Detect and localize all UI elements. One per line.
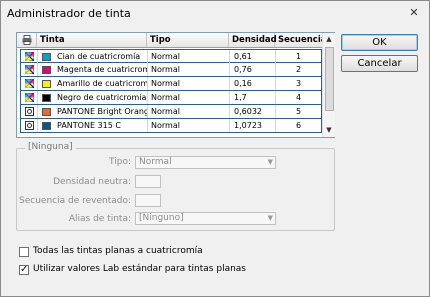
print-toggle-cell[interactable] (21, 50, 38, 63)
ink-name-cell: Amarillo de cuatricromía (38, 77, 148, 90)
group-legend: [Ninguna] (25, 142, 76, 152)
ink-type-cell: Normal (148, 105, 230, 118)
print-toggle-cell[interactable] (21, 63, 38, 76)
ink-swatch (42, 94, 51, 102)
print-toggle-cell[interactable] (21, 77, 38, 90)
ink-swatch (42, 66, 51, 74)
ink-density-cell: 1,0723 (230, 119, 276, 132)
ink-name: Cian de cuatricromía (57, 52, 141, 61)
process-ink-icon (25, 79, 34, 88)
printer-icon (22, 35, 32, 45)
ink-manager-dialog: Administrador de tinta ✕ Tinta Tipo Dens… (0, 0, 430, 297)
ink-density-cell: 0,6032 (230, 105, 276, 118)
ink-name-cell: PANTONE 315 C (38, 119, 148, 132)
table-row[interactable]: PANTONE Bright Orange CNormal0,6032 5 (20, 105, 322, 119)
ink-swatch (42, 108, 51, 116)
dialog-title: Administrador de tinta (7, 7, 131, 20)
type-select-value: Normal (139, 157, 172, 167)
ink-type-cell: Normal (148, 50, 230, 63)
ink-name: PANTONE Bright Orange C (57, 107, 147, 116)
ink-name-cell: Cian de cuatricromía (38, 50, 148, 63)
trap-sequence-label: Secuencia de reventado: (19, 196, 131, 206)
ink-name-cell: PANTONE Bright Orange C (38, 105, 148, 118)
ink-alias-label: Alias de tinta: (68, 214, 131, 224)
ink-swatch (42, 122, 51, 130)
lab-values-label: Utilizar valores Lab estándar para tinta… (33, 264, 246, 274)
ink-type-cell: Normal (148, 91, 230, 104)
neutral-density-field[interactable] (135, 175, 161, 188)
table-row[interactable]: PANTONE 315 C Normal 1,0723 6 (20, 119, 322, 133)
column-density[interactable]: Densidad (229, 33, 277, 47)
table-scrollbar[interactable]: ▲ ▼ (322, 33, 335, 137)
ink-swatch (42, 80, 51, 88)
table-row[interactable]: Negro de cuatricromía Normal 1,7 4 (20, 91, 322, 105)
ink-name: Magenta de cuatricromía (57, 65, 148, 74)
trap-sequence-field[interactable] (135, 194, 161, 207)
lab-values-checkbox[interactable]: ✓ (19, 264, 29, 275)
ink-rows: Cian de cuatricromía Normal 0,61 1 Magenta d… (20, 49, 322, 136)
ink-density-cell: 0,61 (230, 50, 276, 63)
ink-swatch (42, 53, 51, 61)
ink-name: PANTONE 315 C (57, 121, 121, 130)
neutral-density-label: Densidad neutra: (53, 177, 131, 187)
all-spots-to-process-checkbox[interactable] (19, 247, 29, 257)
checkmark-icon: ✓ (20, 264, 29, 275)
ink-sequence-cell: 3 (295, 79, 302, 88)
spot-ink-icon (25, 121, 34, 130)
ink-name-cell: Magenta de cuatricromía (38, 63, 148, 76)
print-toggle-cell[interactable] (21, 119, 38, 132)
table-row[interactable]: Magenta de cuatricromía Normal 0,76 2 (20, 63, 322, 77)
scroll-up-icon[interactable]: ▲ (325, 35, 333, 43)
ink-name: Amarillo de cuatricromía (57, 79, 148, 88)
ink-sequence-cell: 2 (295, 65, 302, 74)
scroll-thumb[interactable] (325, 47, 334, 111)
process-ink-icon (25, 65, 34, 74)
ink-type-cell: Normal (148, 119, 230, 132)
ok-button[interactable]: OK (341, 34, 418, 51)
ink-density-cell: 0,16 (230, 77, 276, 90)
print-column-header[interactable] (17, 33, 37, 47)
close-icon[interactable]: ✕ (408, 7, 420, 19)
ink-alias-value: [Ninguno] (139, 213, 184, 223)
ink-sequence-cell: 1 (295, 52, 302, 61)
ink-sequence-cell: 6 (295, 121, 302, 130)
all-spots-to-process-label: Todas las tintas planas a cuatricromía (33, 246, 203, 256)
ink-table: Tinta Tipo Densidad Secuencia Cian de cu… (16, 32, 335, 138)
table-row[interactable]: Amarillo de cuatricromía Normal 0,16 3 (20, 77, 322, 91)
scroll-down-icon[interactable]: ▼ (325, 126, 333, 134)
ink-type-cell: Normal (148, 63, 230, 76)
ink-type-cell: Normal (148, 77, 230, 90)
ink-density-cell: 0,76 (230, 63, 276, 76)
column-sequence[interactable]: Secuencia (275, 33, 326, 47)
print-toggle-cell[interactable] (21, 91, 38, 104)
print-toggle-cell[interactable] (21, 105, 38, 118)
chevron-down-icon: ▼ (267, 158, 273, 166)
ink-alias-select[interactable]: [Ninguno] ▼ (135, 212, 276, 225)
process-ink-icon (25, 52, 34, 61)
table-row[interactable]: Cian de cuatricromía Normal 0,61 1 (20, 49, 322, 63)
process-ink-icon (25, 93, 34, 102)
ink-sequence-cell: 5 (295, 107, 302, 116)
spot-ink-icon (25, 107, 34, 116)
column-ink[interactable]: Tinta (37, 33, 147, 47)
ink-density-cell: 1,7 (230, 91, 276, 104)
type-label: Tipo: (109, 157, 131, 167)
chevron-down-icon: ▼ (267, 214, 273, 222)
ink-name-cell: Negro de cuatricromía (38, 91, 148, 104)
type-select[interactable]: Normal ▼ (135, 156, 276, 169)
cancel-button[interactable]: Cancelar (341, 55, 418, 72)
table-header: Tinta Tipo Densidad Secuencia (17, 33, 326, 48)
ink-name: Negro de cuatricromía (57, 93, 147, 102)
column-type[interactable]: Tipo (147, 33, 229, 47)
ink-sequence-cell: 4 (295, 93, 302, 102)
